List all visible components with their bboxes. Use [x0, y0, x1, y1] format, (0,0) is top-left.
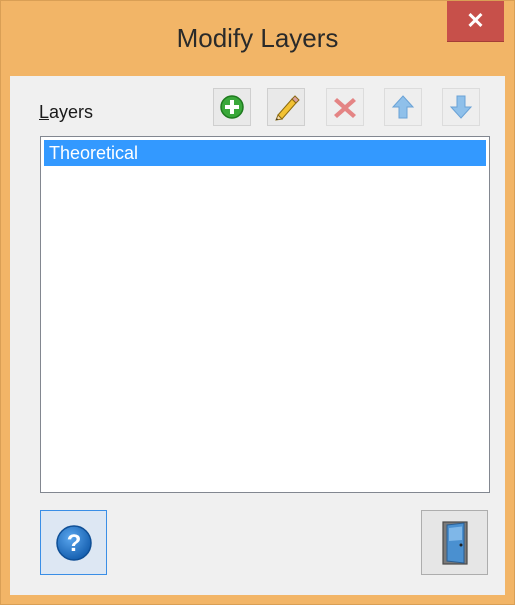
- edit-layer-button[interactable]: [267, 88, 305, 126]
- arrow-down-icon: [449, 95, 473, 119]
- modify-layers-dialog: Modify Layers ✕ Layers Theoretical ?: [0, 0, 515, 605]
- arrow-up-icon: [391, 95, 415, 119]
- delete-layer-button[interactable]: [326, 88, 364, 126]
- layers-label-rest: ayers: [49, 102, 94, 122]
- dialog-body: Layers Theoretical ?: [10, 76, 505, 595]
- question-mark-icon: ?: [55, 524, 92, 561]
- window-title: Modify Layers: [176, 23, 339, 53]
- move-down-button[interactable]: [442, 88, 480, 126]
- plus-circle-icon: [220, 95, 244, 119]
- list-item[interactable]: Theoretical: [44, 140, 486, 166]
- help-button[interactable]: ?: [40, 510, 107, 575]
- title-bar[interactable]: Modify Layers ✕: [1, 1, 514, 79]
- exit-door-icon: [441, 520, 468, 565]
- red-x-icon: [334, 98, 356, 118]
- layers-label-mnemonic: L: [39, 102, 50, 122]
- exit-button[interactable]: [421, 510, 488, 575]
- pencil-icon: [275, 95, 300, 121]
- layers-label: Layers: [39, 102, 93, 123]
- layers-listbox[interactable]: Theoretical: [40, 136, 490, 493]
- close-icon: ✕: [466, 8, 485, 33]
- close-button[interactable]: ✕: [447, 1, 504, 42]
- add-layer-button[interactable]: [213, 88, 251, 126]
- move-up-button[interactable]: [384, 88, 422, 126]
- svg-text:?: ?: [66, 530, 81, 557]
